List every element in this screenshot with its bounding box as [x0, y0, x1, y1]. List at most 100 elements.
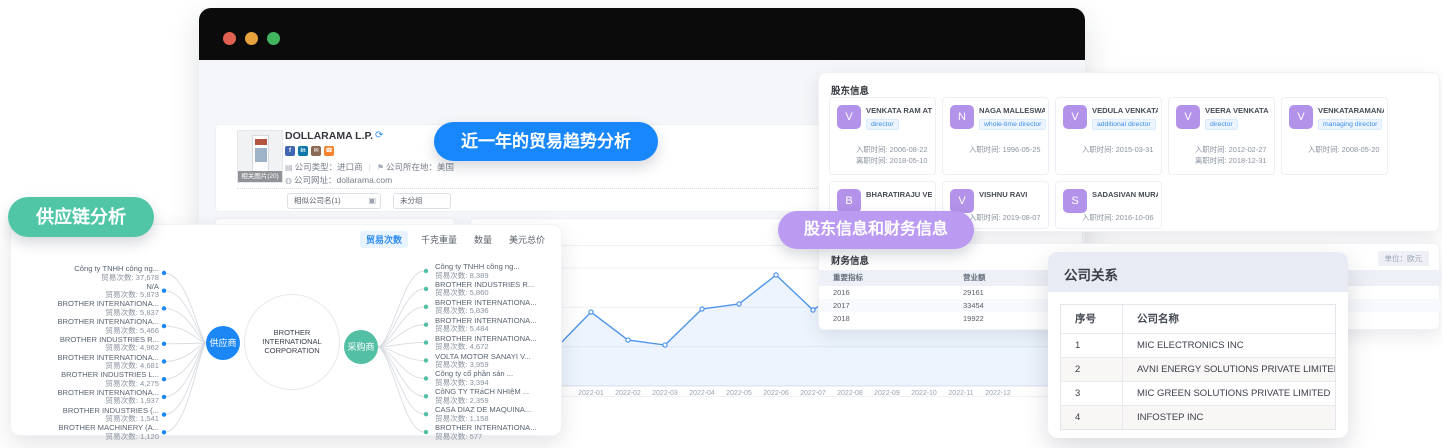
thumbnail-caption: 相关图片(20)	[238, 171, 282, 182]
shareholder-card: V VENKATARAMANA MAG... managing director 入职…	[1281, 97, 1388, 175]
chart-x-tick-label: 2022-02	[615, 390, 641, 397]
browser-titlebar	[199, 8, 1085, 60]
join-date: 入职时间: 2006-08-22	[856, 145, 928, 154]
leave-date: 离职时间: 2018-12-31	[1195, 156, 1267, 165]
shareholder-role-badge: director	[1205, 119, 1238, 130]
chart-data-point	[810, 307, 816, 313]
supplier-node-dot	[161, 270, 167, 276]
relation-row[interactable]: 2 AVNI ENERGY SOLUTIONS PRIVATE LIMITED	[1061, 358, 1335, 382]
chart-x-tick-label: 2022-05	[726, 390, 752, 397]
chart-data-point	[588, 309, 594, 315]
shareholder-avatar: V	[1063, 105, 1087, 129]
facebook-icon[interactable]: f	[285, 146, 295, 156]
refresh-icon[interactable]: ⟳	[375, 130, 383, 141]
company-type-label: 公司类型：	[294, 162, 338, 172]
supplier-node-dot	[161, 323, 167, 329]
supplier-trade-count: 贸易次数: 4,962	[105, 343, 159, 353]
supplier-link-curve	[163, 290, 208, 344]
supplier-node-dot	[161, 306, 167, 311]
supplier-node-dot	[161, 377, 167, 382]
similar-company-select[interactable]: 相似公司名(1) ▣	[287, 193, 381, 209]
supplier-trade-count: 贸易次数: 1,120	[105, 431, 159, 441]
chart-x-tick-label: 2022-03	[652, 390, 678, 397]
relation-index: 2	[1061, 358, 1123, 381]
website-value[interactable]: dollarama.com	[337, 175, 393, 185]
relation-row[interactable]: 1 MIC ELECTRONICS INC	[1061, 334, 1335, 358]
supplier-node-dot	[161, 430, 167, 435]
supplier-item: BROTHER INTERNATIONA... 贸易次数: 5,466	[15, 318, 159, 335]
shareholder-name: NAGA MALLESWARA R...	[979, 106, 1045, 115]
relation-company-name: INFOSTEP INC	[1137, 412, 1204, 423]
shareholder-avatar: B	[837, 189, 861, 213]
shareholder-name: VEERA VENKATA SATYA...	[1205, 106, 1271, 115]
shareholder-role-badge: additional director	[1092, 119, 1156, 130]
shareholders-callout-pill: 股东信息和财务信息	[778, 211, 974, 249]
globe-icon: ◍	[285, 176, 292, 185]
shareholder-times: 入职时间: 2008-05-20	[1308, 144, 1379, 155]
chart-x-tick-label: 2022-11	[948, 390, 973, 397]
relations-title: 公司关系	[1064, 268, 1118, 283]
shareholder-avatar: N	[950, 105, 974, 129]
linkedin-icon[interactable]: in	[298, 146, 308, 156]
buyer-trade-count: 贸易次数: 5,860	[435, 288, 489, 298]
financial-year: 2016	[833, 288, 850, 297]
supplier-link-curve	[163, 342, 208, 398]
buyer-link-curve	[376, 346, 425, 415]
relations-header-company: 公司名称	[1137, 313, 1179, 325]
supplier-hub-node[interactable]: 供应商	[206, 326, 240, 360]
shareholder-avatar: S	[1063, 189, 1087, 213]
supplier-trade-count: 贸易次数: 1,541	[105, 414, 159, 424]
buyer-item: CôNG TY TRáCH NHIệM ... 贸易次数: 2,359	[435, 388, 559, 405]
group-select[interactable]: 未分组	[393, 193, 451, 209]
product-image	[252, 135, 269, 173]
mail-icon[interactable]: ✉	[311, 146, 321, 156]
financial-year: 2017	[833, 301, 850, 310]
relation-index: 1	[1061, 334, 1123, 357]
supplier-trade-count: 贸易次数: 37,678	[101, 272, 159, 282]
buyer-node-dot	[423, 268, 429, 274]
relations-header-row: 序号 公司名称	[1061, 305, 1335, 334]
supplier-item: BROTHER INDUSTRIES R... 贸易次数: 4,962	[15, 336, 159, 353]
supplier-item: N/A 贸易次数: 5,873	[15, 283, 159, 300]
maximize-window-dot[interactable]	[267, 32, 280, 45]
shareholder-avatar: V	[950, 189, 974, 213]
supply-chain-panel: 贸易次数 千克重量 数量 美元总价 BROTHER INTERNATIONAL COR…	[10, 224, 562, 440]
buyer-node-dot	[423, 304, 429, 309]
chart-x-tick-label: 2022-01	[578, 390, 604, 397]
phone-icon[interactable]: ☎	[324, 146, 334, 156]
buyer-node-dot	[423, 340, 429, 345]
supplier-node-dot	[161, 412, 167, 417]
buyer-node-dot	[423, 394, 429, 399]
company-type-value: 进口商	[337, 162, 363, 172]
buyer-trade-count: 贸易次数: 2,359	[435, 395, 489, 405]
chart-x-tick-label: 2022-09	[874, 390, 900, 397]
company-relations-panel: 公司关系 序号 公司名称 1 MIC ELECTRONICS INC 2 AVNI ENE…	[1048, 252, 1348, 438]
shareholder-role-badge: director	[866, 119, 899, 130]
shareholder-card: S SADASIVAN MURALIKR... 入职时间: 2016-10-06	[1055, 181, 1162, 229]
shareholders-row-1: V VENKATA RAM ATLURI director 入职时间: 2006-08…	[829, 97, 1388, 175]
shareholder-card: N NAGA MALLESWARA R... whole-time director…	[942, 97, 1049, 175]
shareholder-role-badge: whole-time director	[979, 119, 1047, 130]
shareholders-title: 股东信息	[831, 86, 870, 97]
close-window-dot[interactable]	[223, 32, 236, 45]
chart-x-tick-label: 2022-10	[911, 390, 937, 397]
minimize-window-dot[interactable]	[245, 32, 258, 45]
company-location-value: 美国	[437, 162, 455, 172]
shareholder-card: V VENKATA RAM ATLURI director 入职时间: 2006-08…	[829, 97, 936, 175]
relation-row[interactable]: 3 MIC GREEN SOLUTIONS PRIVATE LIMITED	[1061, 382, 1335, 406]
buyer-item: CASA DIAZ DE MAQUINA... 贸易次数: 1,158	[435, 406, 559, 423]
supplier-item: BROTHER INTERNATIONA... 贸易次数: 4,681	[15, 354, 159, 371]
shareholders-panel: 股东信息 V VENKATA RAM ATLURI director 入职时间: 20…	[818, 72, 1440, 232]
relation-company-name: MIC GREEN SOLUTIONS PRIVATE LIMITED	[1137, 388, 1331, 399]
supplier-item: BROTHER INDUSTRIES (... 贸易次数: 1,541	[15, 407, 159, 424]
shareholder-avatar: V	[1176, 105, 1200, 129]
company-thumbnail[interactable]: 相关图片(20)	[237, 130, 283, 183]
supplier-trade-count: 贸易次数: 5,873	[105, 290, 159, 300]
location-icon: ⚑	[376, 163, 384, 172]
supplier-link-curve	[163, 342, 208, 345]
company-location-label: 公司所在地：	[385, 162, 437, 172]
shareholder-name: VENKATA RAM ATLURI	[866, 106, 932, 115]
relation-row[interactable]: 4 INFOSTEP INC	[1061, 406, 1335, 429]
buyer-hub-node[interactable]: 采购商	[344, 330, 378, 364]
supply-callout-pill: 供应链分析	[8, 197, 154, 237]
